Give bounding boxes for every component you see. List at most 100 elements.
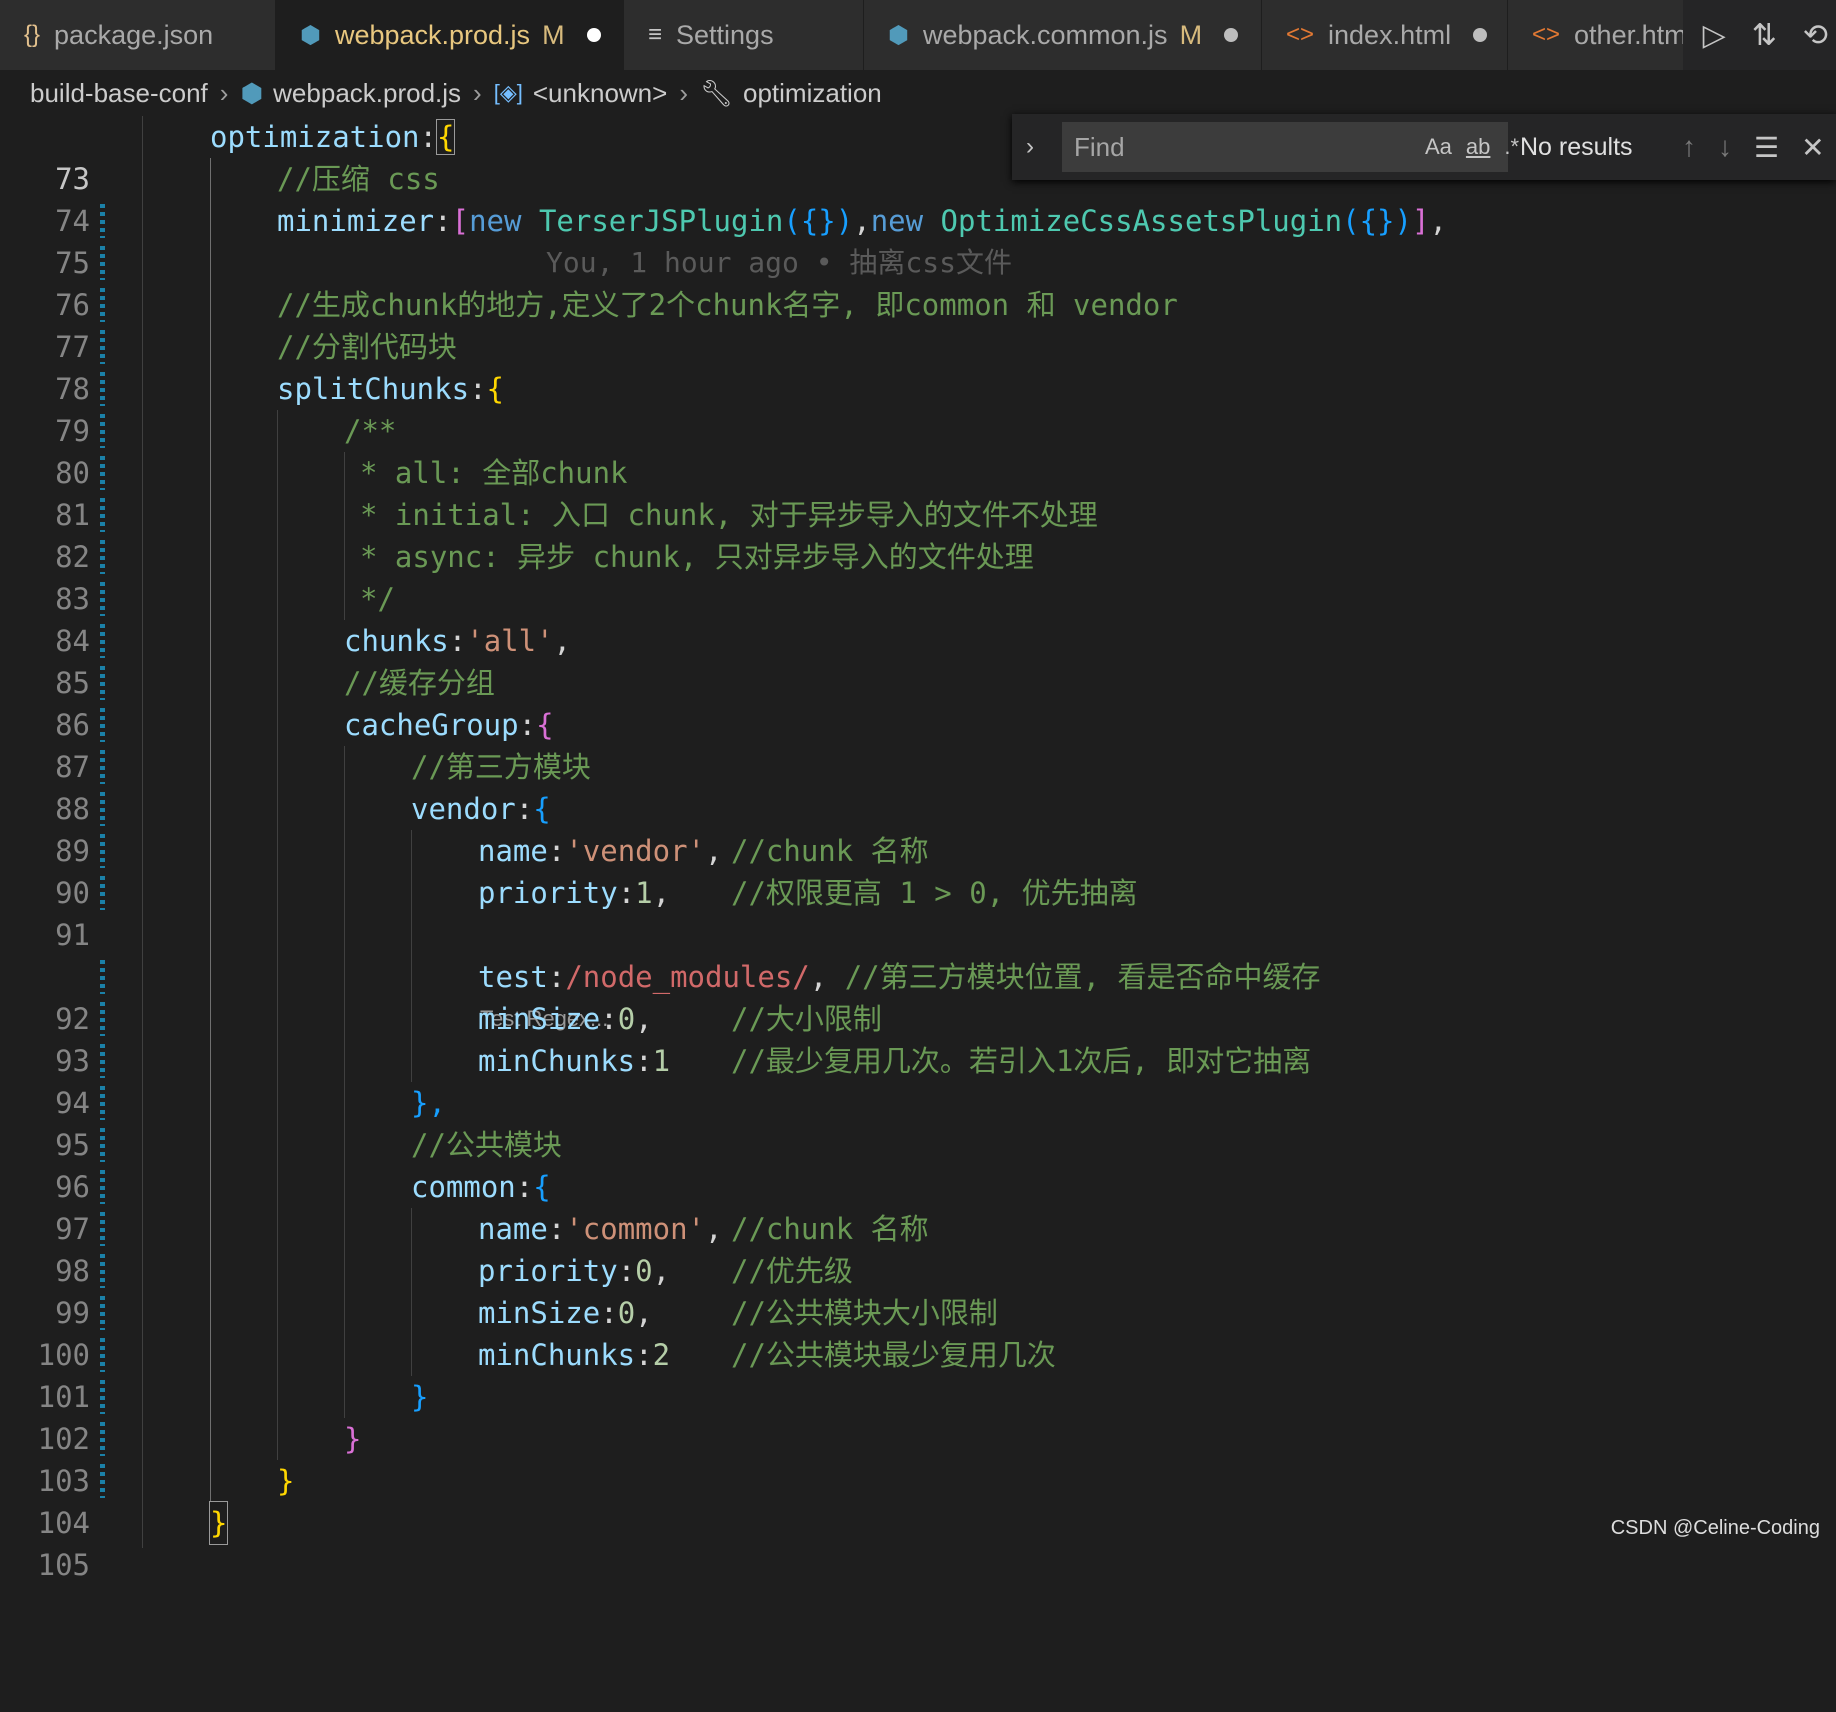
line-content: test:/node_modules/, //第三方模块位置, 看是否命中缓存 <box>478 960 1321 994</box>
modified-lines-gutter-marker[interactable] <box>100 1380 105 1414</box>
code-editor[interactable]: 73 optimization:{ You, 1 hour ago • 抽离cs… <box>0 116 1836 1582</box>
modified-lines-gutter-marker[interactable] <box>100 750 105 784</box>
tab-other-html[interactable]: <> other.html <box>1508 0 1688 70</box>
code-line[interactable]: 86 //缓存分组 <box>0 662 1836 742</box>
code-line[interactable]: 84 */ <box>0 578 1836 658</box>
modified-lines-gutter-marker[interactable] <box>100 876 105 910</box>
unsaved-dot-icon[interactable] <box>586 28 601 42</box>
code-line[interactable]: 82 * initial: 入口 chunk, 对于异步导入的文件不处理 <box>0 494 1836 574</box>
modified-lines-gutter-marker[interactable] <box>100 708 105 742</box>
modified-lines-gutter-marker[interactable] <box>100 498 105 532</box>
modified-lines-gutter-marker[interactable] <box>100 792 105 826</box>
modified-lines-gutter-marker[interactable] <box>100 372 105 406</box>
breadcrumb-symbol[interactable]: <unknown> <box>533 78 667 109</box>
tab-label: webpack.common.js <box>922 19 1168 50</box>
modified-lines-gutter-marker[interactable] <box>100 582 105 616</box>
code-line[interactable]: 87 cacheGroup:{ <box>0 704 1836 784</box>
tab-webpack-common-js[interactable]: ⬢ webpack.common.js M <box>864 0 1262 70</box>
code-line[interactable]: 105 } <box>0 1501 1836 1582</box>
line-comment: //chunk 名称 <box>731 834 929 868</box>
code-line[interactable]: 78 //分割代码块 <box>0 326 1836 406</box>
find-in-selection-icon[interactable]: ☰ <box>1754 131 1779 164</box>
find-input[interactable] <box>1072 130 1411 164</box>
modified-lines-gutter-marker[interactable] <box>100 624 105 658</box>
modified-lines-gutter-marker[interactable] <box>100 1254 105 1288</box>
line-content: minSize:0, <box>478 1002 653 1036</box>
modified-lines-gutter-marker[interactable] <box>100 834 105 868</box>
find-input-box: Aa ab .* <box>1062 122 1519 172</box>
line-content: priority:1, <box>478 876 671 910</box>
modified-lines-gutter-marker[interactable] <box>100 204 105 238</box>
match-whole-word-button[interactable]: ab <box>1466 134 1490 160</box>
code-line[interactable]: 93 minSize:0, //大小限制 <box>0 998 1836 1078</box>
code-line[interactable]: 79 splitChunks:{ <box>0 368 1836 448</box>
modified-lines-gutter-marker[interactable] <box>100 1086 105 1120</box>
modified-lines-gutter-marker[interactable] <box>100 1338 105 1372</box>
breadcrumb-file[interactable]: webpack.prod.js <box>273 78 461 109</box>
code-line[interactable]: 103 } <box>0 1418 1836 1498</box>
modified-lines-gutter-marker[interactable] <box>100 330 105 364</box>
code-line[interactable]: 99 priority:0, //优先级 <box>0 1250 1836 1330</box>
modified-lines-gutter-marker[interactable] <box>100 540 105 574</box>
modified-lines-gutter-marker[interactable] <box>100 1464 105 1498</box>
line-comment: //chunk 名称 <box>731 1212 929 1246</box>
breadcrumb-property[interactable]: optimization <box>743 78 882 109</box>
unsaved-dot-icon[interactable] <box>1224 28 1239 42</box>
modified-lines-gutter-marker[interactable] <box>100 456 105 490</box>
code-line[interactable]: 96 //公共模块 <box>0 1124 1836 1204</box>
tab-settings[interactable]: ≡ Settings <box>624 0 864 70</box>
source-control-compare-icon[interactable]: ⇅ <box>1752 18 1777 53</box>
code-line[interactable]: 102 } <box>0 1376 1836 1456</box>
chevron-right-icon: › <box>473 77 482 108</box>
tab-package-json[interactable]: {} package.json <box>0 0 276 70</box>
modified-lines-gutter-marker[interactable] <box>100 1296 105 1330</box>
use-regex-button[interactable]: .* <box>1504 134 1519 160</box>
code-line[interactable]: 77 //生成chunk的地方,定义了2个chunk名字, 即common 和 … <box>0 284 1836 364</box>
tab-index-html[interactable]: <> index.html <box>1262 0 1508 70</box>
breadcrumb-folder[interactable]: build-base-conf <box>30 78 208 109</box>
line-content: //生成chunk的地方,定义了2个chunk名字, 即common 和 ven… <box>277 288 1178 322</box>
code-line[interactable]: 80 /** <box>0 410 1836 490</box>
code-line[interactable]: 100 minSize:0, //公共模块大小限制 <box>0 1292 1836 1372</box>
modified-lines-gutter-marker[interactable] <box>100 1002 105 1036</box>
code-line[interactable]: 104 } <box>0 1460 1836 1540</box>
modified-lines-gutter-marker[interactable] <box>100 1212 105 1246</box>
code-line[interactable]: 76 <box>0 242 1836 322</box>
modified-lines-gutter-marker[interactable] <box>100 960 105 994</box>
code-line[interactable]: 85 chunks:'all', <box>0 620 1836 700</box>
match-case-button[interactable]: Aa <box>1425 134 1452 160</box>
toggle-replace-chevron-icon[interactable]: › <box>1026 133 1052 161</box>
line-content: /** <box>344 414 397 448</box>
code-line[interactable]: 91 priority:1, //权限更高 1 > 0, 优先抽离 <box>0 872 1836 952</box>
code-line[interactable]: 95 }, <box>0 1082 1836 1162</box>
unsaved-dot-icon[interactable] <box>1473 28 1488 42</box>
code-line[interactable]: 81 * all: 全部chunk <box>0 452 1836 532</box>
code-line[interactable]: 83 * async: 异步 chunk, 只对异步导入的文件处理 <box>0 536 1836 616</box>
modified-lines-gutter-marker[interactable] <box>100 1044 105 1078</box>
tab-webpack-prod-js[interactable]: ⬢ webpack.prod.js M <box>276 0 624 70</box>
modified-lines-gutter-marker[interactable] <box>100 288 105 322</box>
chevron-right-icon: › <box>219 77 229 108</box>
line-content: } <box>208 1501 229 1545</box>
code-line[interactable]: 92 test:/node_modules/, //第三方模块位置, 看是否命中… <box>0 956 1836 1036</box>
timeline-back-icon[interactable]: ⟲ <box>1803 18 1828 53</box>
code-line[interactable]: 101 minChunks:2 //公共模块最少复用几次 <box>0 1334 1836 1414</box>
code-line[interactable]: 89 vendor:{ <box>0 788 1836 868</box>
modified-lines-gutter-marker[interactable] <box>100 666 105 700</box>
run-play-icon[interactable]: ▷ <box>1703 18 1726 53</box>
code-line[interactable]: 88 //第三方模块 <box>0 746 1836 826</box>
code-line[interactable]: 97 common:{ <box>0 1166 1836 1246</box>
previous-match-arrow-up-icon[interactable]: ↑ <box>1682 131 1696 163</box>
code-line[interactable]: 90 name:'vendor', //chunk 名称 <box>0 830 1836 910</box>
code-line[interactable]: 98 name:'common', //chunk 名称 <box>0 1208 1836 1288</box>
find-result-count: No results <box>1520 132 1633 161</box>
close-icon[interactable]: ✕ <box>1801 131 1824 164</box>
modified-lines-gutter-marker[interactable] <box>100 1422 105 1456</box>
modified-lines-gutter-marker[interactable] <box>100 414 105 448</box>
code-line[interactable]: 94 minChunks:1 //最少复用几次。若引入1次后, 即对它抽离 <box>0 1040 1836 1120</box>
code-line[interactable]: 75 minimizer:[new TerserJSPlugin({}),new… <box>0 200 1836 280</box>
next-match-arrow-down-icon[interactable]: ↓ <box>1718 131 1732 163</box>
modified-lines-gutter-marker[interactable] <box>100 1170 105 1204</box>
modified-lines-gutter-marker[interactable] <box>100 246 105 280</box>
modified-lines-gutter-marker[interactable] <box>100 1128 105 1162</box>
